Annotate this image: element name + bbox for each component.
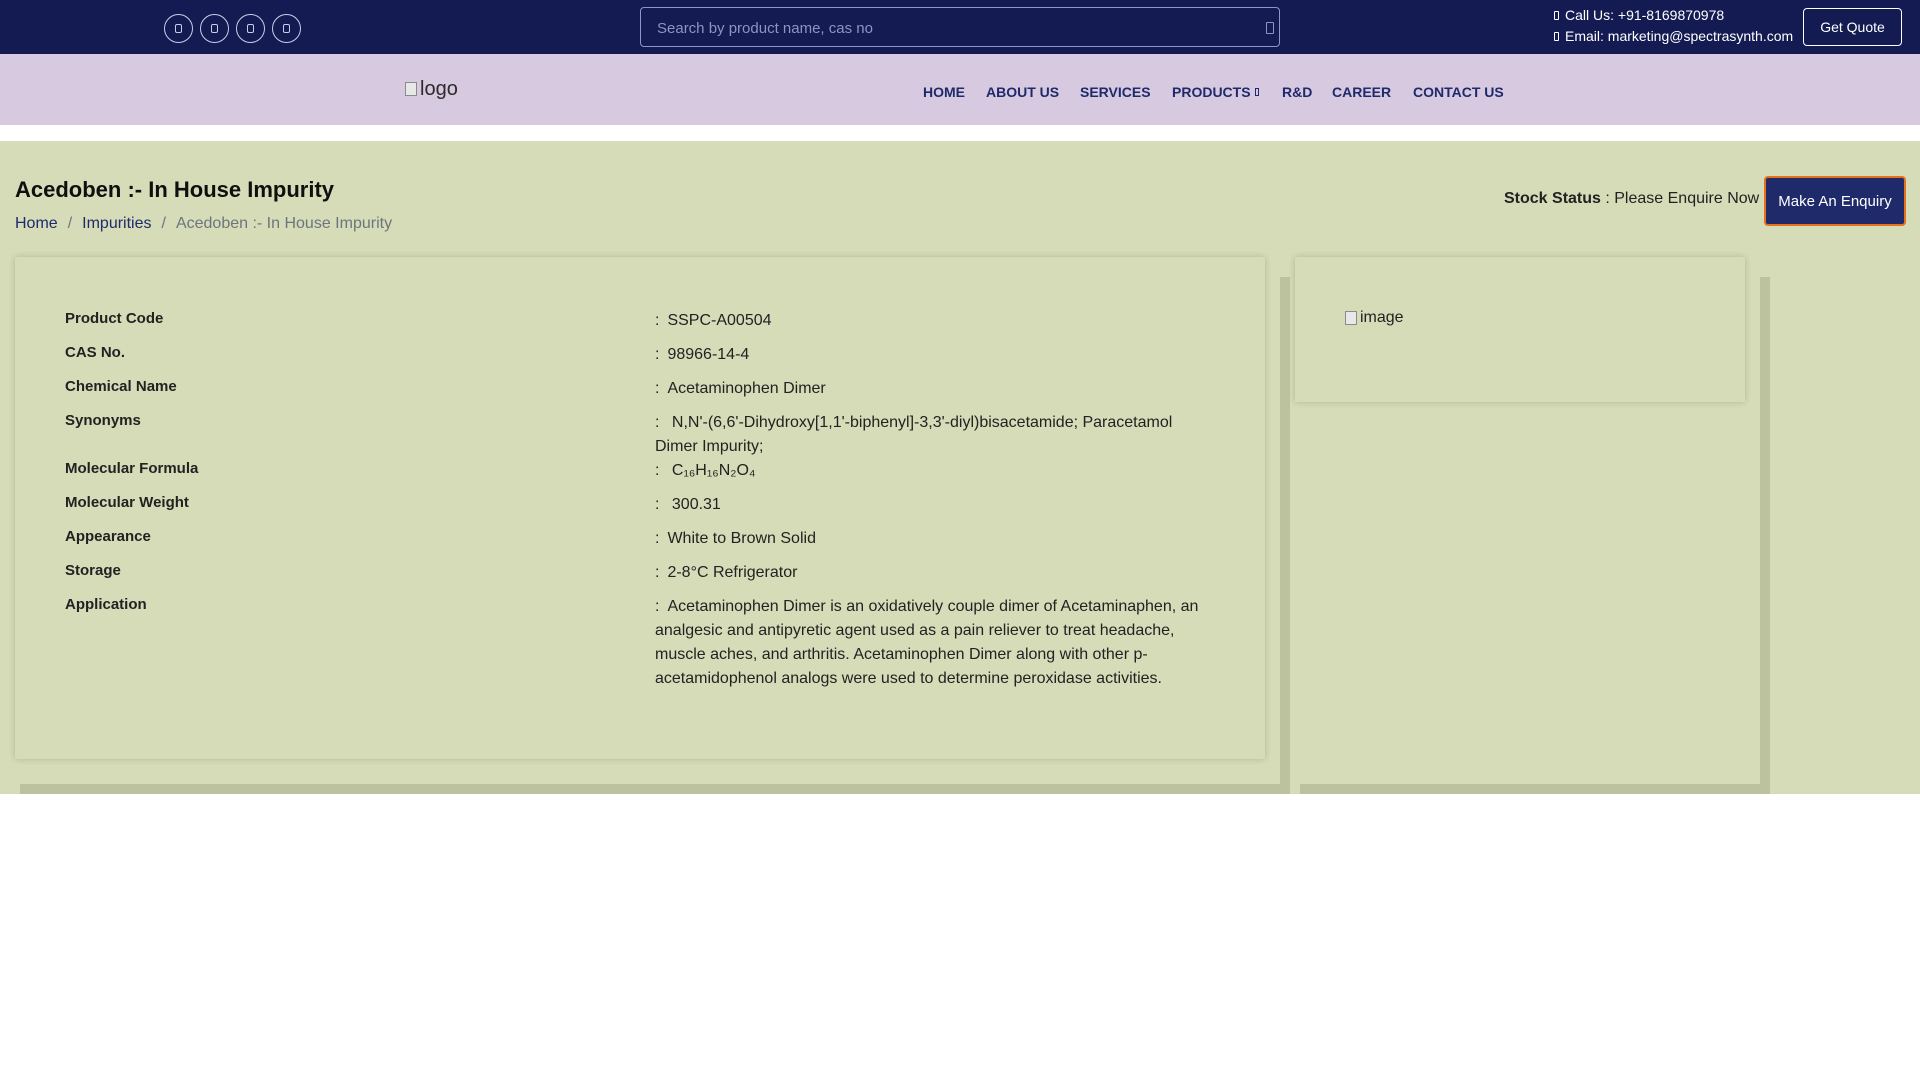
spec-value: :98966-14-4 (655, 346, 750, 363)
broken-image-icon (1345, 311, 1357, 325)
stock-status-label: Stock Status (1504, 190, 1601, 207)
card-shadow-right (1280, 277, 1290, 794)
spec-value: : White to Brown Solid (655, 530, 816, 547)
breadcrumb-separator: / (67, 215, 73, 232)
page-title: Acedoben :- In House Impurity (15, 177, 335, 202)
nav-home[interactable]: HOME (923, 82, 965, 102)
breadcrumb-current: Acedoben :- In House Impurity (175, 215, 393, 232)
call-us-text: Call Us: +91-8169870978 (1565, 7, 1725, 23)
make-enquiry-button[interactable]: Make An Enquiry (1764, 176, 1906, 226)
main-navbar: logo HOME ABOUT US SERVICES PRODUCTS R&D… (0, 54, 1920, 125)
stock-status: Stock Status : Please Enquire Now (1504, 190, 1759, 208)
nav-career[interactable]: CAREER (1332, 82, 1391, 102)
call-us[interactable]: Call Us: +91-8169870978 (1554, 7, 1724, 23)
breadcrumb-home[interactable]: Home (15, 215, 58, 233)
nav-services[interactable]: SERVICES (1080, 82, 1151, 102)
search-icon (1266, 22, 1274, 34)
spec-value: : C₁₆H₁₆N₂O₄ (655, 462, 756, 479)
site-logo[interactable]: logo (405, 76, 465, 102)
facebook-icon[interactable] (164, 14, 193, 43)
spec-label: Appearance (65, 528, 151, 545)
nav-contact-us[interactable]: CONTACT US (1413, 82, 1504, 102)
spec-label: Molecular Weight (65, 494, 189, 511)
email-text: Email: marketing@spectrasynth.com (1565, 28, 1794, 44)
stock-status-value: : Please Enquire Now (1600, 190, 1760, 207)
breadcrumb-impurities[interactable]: Impurities (82, 215, 151, 233)
side-shadow-right (1760, 277, 1770, 794)
spec-label: Product Code (65, 310, 164, 327)
spec-value: : 300.31 (655, 496, 721, 513)
nav-products[interactable]: PRODUCTS (1172, 82, 1259, 102)
get-quote-button[interactable]: Get Quote (1803, 8, 1902, 46)
twitter-icon[interactable] (200, 14, 229, 43)
nav-rnd[interactable]: R&D (1282, 82, 1312, 102)
product-details-card: Product Code : SSPC-A00504 CAS No. :98966… (15, 257, 1265, 759)
card-shadow-bottom (20, 784, 1290, 794)
nav-spacer (0, 125, 1920, 141)
chevron-down-icon (1254, 88, 1259, 96)
spec-value: :2-8°C Refrigerator (655, 564, 798, 581)
spec-label: Application (65, 596, 147, 613)
spec-label: Synonyms (65, 412, 141, 429)
breadcrumb-separator: / (161, 215, 166, 232)
search-box (640, 7, 1280, 47)
image-alt-text: image (1360, 309, 1404, 326)
breadcrumb: Home / Impurities / Acedoben :- In House… (15, 215, 392, 233)
email-us[interactable]: Email: marketing@spectrasynth.com (1554, 28, 1793, 44)
spec-value: : Acetaminophen Dimer (655, 380, 826, 397)
spec-label: CAS No. (65, 344, 125, 361)
broken-image-icon (405, 82, 417, 96)
logo-alt-text: logo (420, 77, 458, 100)
nav-about-us[interactable]: ABOUT US (986, 82, 1059, 102)
spec-value: : Acetaminophen Dimer is an oxidatively c… (655, 598, 1199, 687)
spec-value: : N,N'-(6,6'-Dihydroxy[1,1'-biphenyl]-3,… (655, 414, 1173, 455)
phone-icon (1554, 10, 1559, 20)
spec-label: Chemical Name (65, 378, 177, 395)
top-bar: Call Us: +91-8169870978 Email: marketing… (0, 0, 1920, 54)
spec-label: Storage (65, 562, 121, 579)
search-input[interactable] (657, 17, 1217, 39)
product-section: Acedoben :- In House Impurity Home / Imp… (0, 141, 1920, 794)
product-image: image (1345, 309, 1404, 327)
envelope-icon (1554, 31, 1559, 41)
product-image-card: image (1295, 257, 1745, 402)
linkedin-icon[interactable] (236, 14, 265, 43)
instagram-icon[interactable] (272, 14, 301, 43)
side-shadow-bottom (1300, 784, 1770, 794)
spec-value: : SSPC-A00504 (655, 312, 772, 329)
search-button[interactable] (1263, 17, 1277, 39)
spec-label: Molecular Formula (65, 460, 199, 477)
nav-products-label: PRODUCTS (1172, 84, 1251, 100)
